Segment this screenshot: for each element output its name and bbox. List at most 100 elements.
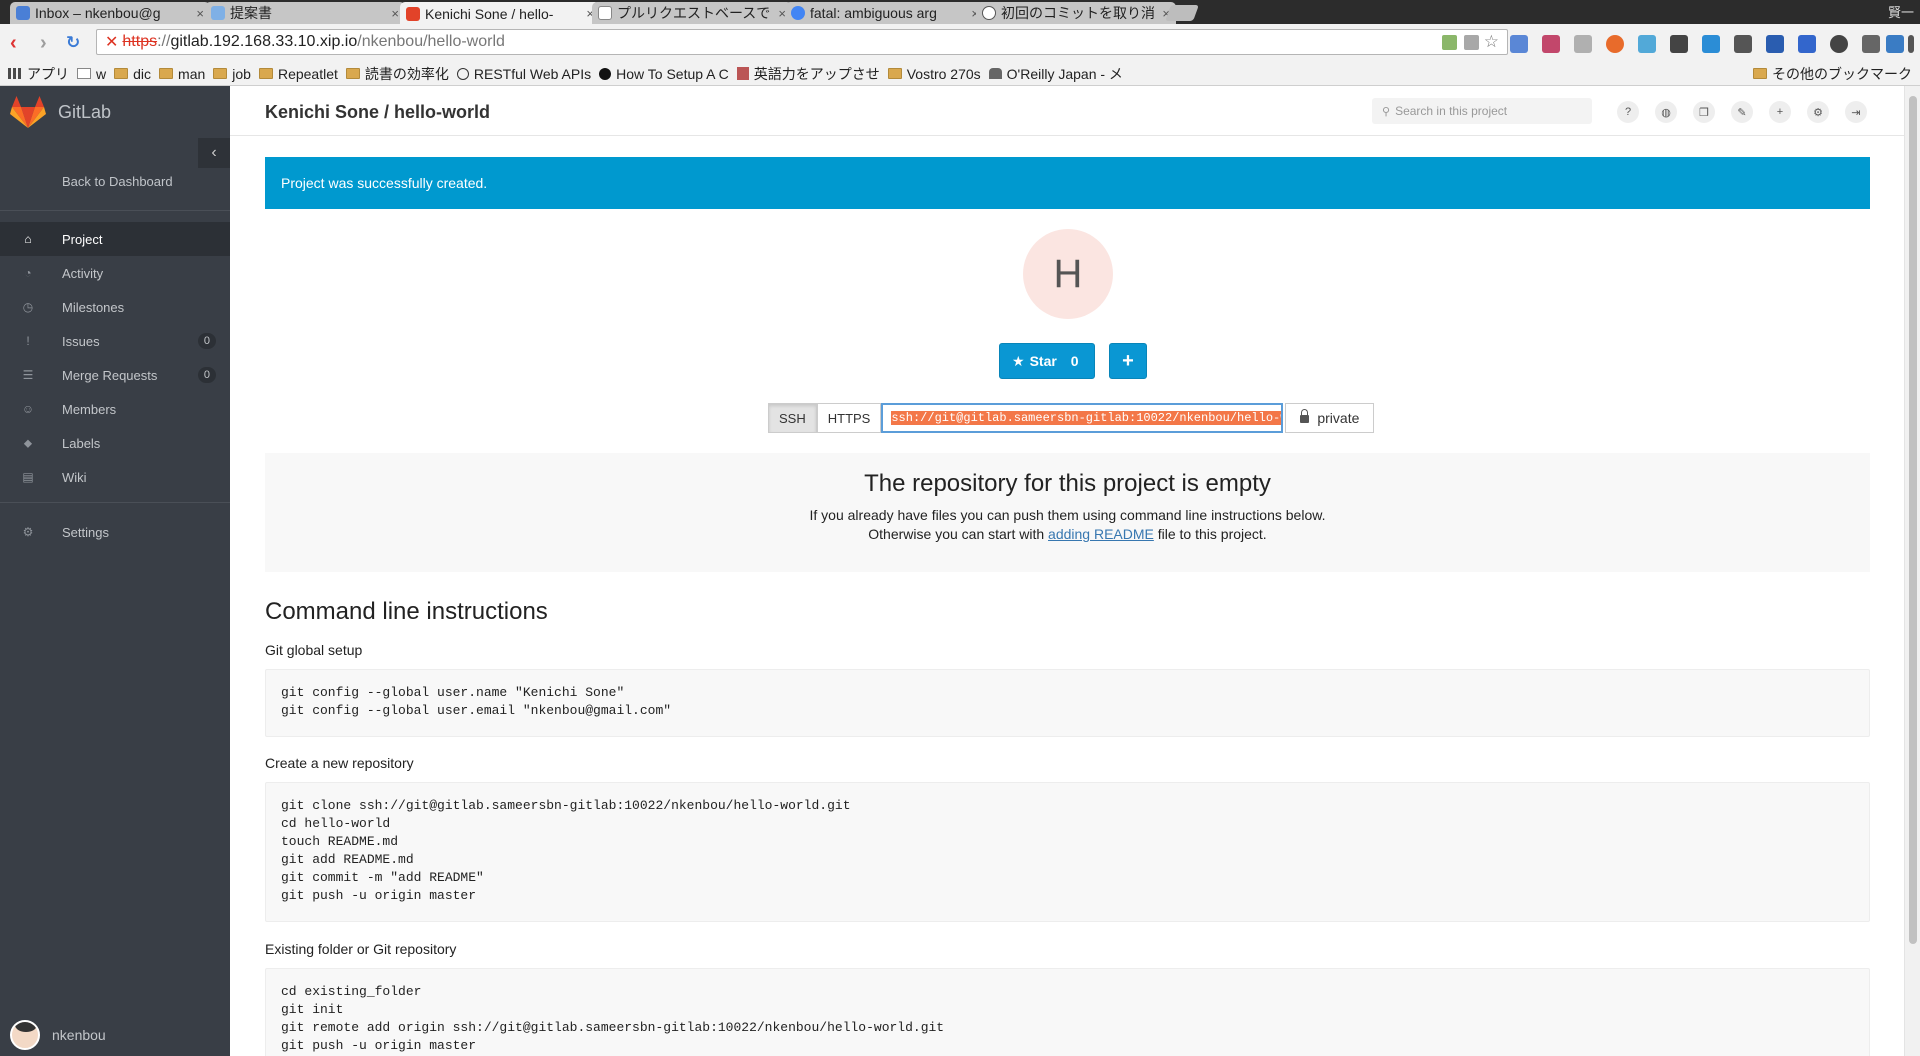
bookmark-job[interactable]: job <box>213 66 251 82</box>
extension-icon[interactable] <box>1670 35 1688 53</box>
bookmark-label: How To Setup A C <box>616 65 729 82</box>
tab-close-icon[interactable]: × <box>196 6 204 21</box>
extension-icon[interactable] <box>1798 35 1816 53</box>
sidebar-item-issues[interactable]: ! Issues 0 <box>0 324 230 358</box>
bookmark-reading[interactable]: 読書の効率化 <box>345 64 449 84</box>
extension-icon[interactable] <box>1574 35 1592 53</box>
sidebar-item-merge-requests[interactable]: ☰ Merge Requests 0 <box>0 358 230 392</box>
extension-icon[interactable] <box>1606 35 1624 53</box>
code-block-global-setup[interactable]: git config --global user.name "Kenichi S… <box>265 669 1870 737</box>
browser-tab-gitlab[interactable]: Kenichi Sone / hello- × <box>400 2 600 25</box>
bookmark-repeatlet[interactable]: Repeatlet <box>258 66 338 82</box>
page-title[interactable]: Kenichi Sone / hello-world <box>265 102 490 123</box>
sidebar-item-settings[interactable]: ⚙ Settings <box>0 515 230 549</box>
other-bookmarks[interactable]: その他のブックマーク <box>1753 64 1912 84</box>
bookmark-man[interactable]: man <box>159 66 205 82</box>
page-header: Kenichi Sone / hello-world ⚲ Search in th… <box>230 86 1904 136</box>
code-block-new-repo[interactable]: git clone ssh://git@gitlab.sameersbn-git… <box>265 782 1870 922</box>
bookmark-english[interactable]: 英語力をアップさせ <box>736 64 880 84</box>
star-button[interactable]: ★ Star 0 <box>999 343 1095 379</box>
browser-tab-commit[interactable]: 初回のコミットを取り消 × <box>976 2 1176 24</box>
bookmark-w[interactable]: w <box>77 66 106 82</box>
adding-readme-link[interactable]: adding README <box>1048 526 1154 542</box>
clone-url-text: ssh://git@gitlab.sameersbn-gitlab:10022/… <box>891 411 1282 425</box>
clone-https-button[interactable]: HTTPS <box>816 403 882 433</box>
logo-link[interactable]: GitLab <box>0 86 230 138</box>
extension-icon[interactable] <box>1830 35 1848 53</box>
logo-text: GitLab <box>58 101 112 122</box>
main-content: Kenichi Sone / hello-world ⚲ Search in th… <box>230 86 1904 1056</box>
folder-icon <box>159 68 174 79</box>
sidebar-item-activity[interactable]: ◔ Activity <box>0 256 230 290</box>
extension-icon[interactable] <box>1734 35 1752 53</box>
menu-icon[interactable] <box>1908 35 1914 53</box>
browser-tab-proposal[interactable]: 提案書 × <box>205 2 405 24</box>
back-to-dashboard-link[interactable]: Back to Dashboard <box>62 174 173 189</box>
exclamation-circle-icon: ! <box>26 334 30 348</box>
insecure-icon: ✕ <box>105 34 119 51</box>
bookmark-oreilly[interactable]: O'Reilly Japan - メ <box>988 64 1123 84</box>
extension-icon[interactable] <box>1702 35 1720 53</box>
bookmark-label: 英語力をアップさせ <box>753 65 880 82</box>
code-block-existing-folder[interactable]: cd existing_folder git init git remote a… <box>265 968 1870 1056</box>
cast-icon[interactable] <box>1862 35 1880 53</box>
scrollbar[interactable] <box>1904 86 1920 1056</box>
current-user[interactable]: nkenbou <box>10 1020 106 1050</box>
visibility-badge: private <box>1285 403 1375 433</box>
empty-repo-line1: If you already have files you can push t… <box>809 507 1326 523</box>
tab-close-icon[interactable]: × <box>391 6 399 21</box>
sidebar-item-project[interactable]: ⌂ Project <box>0 222 230 256</box>
bookmark-restful[interactable]: RESTful Web APIs <box>456 66 591 82</box>
bookmark-label: man <box>178 65 206 82</box>
cog-icon[interactable]: ⚙ <box>1807 101 1829 123</box>
extension-icon[interactable] <box>1886 35 1904 53</box>
sidebar-item-label: Milestones <box>62 299 125 315</box>
bookmark-vostro[interactable]: Vostro 270s <box>887 66 981 82</box>
empty-repo-line2-end: file to this project. <box>1153 526 1267 542</box>
avatar <box>10 1020 40 1050</box>
clone-url-input[interactable]: ssh://git@gitlab.sameersbn-gitlab:10022/… <box>881 403 1284 433</box>
bookmark-star-icon[interactable]: ☆ <box>1484 32 1499 52</box>
extension-icon[interactable] <box>1766 35 1784 53</box>
browser-tab-inbox[interactable]: Inbox – nkenbou@g × <box>10 2 210 24</box>
back-arrow-icon[interactable]: ‹ <box>10 32 17 55</box>
sidebar-item-members[interactable]: ☺ Members <box>0 392 230 426</box>
copy-icon[interactable]: ❐ <box>1693 101 1715 123</box>
add-button[interactable]: + <box>1109 343 1147 379</box>
clone-ssh-button[interactable]: SSH <box>768 403 817 433</box>
browser-tab-pullrequest[interactable]: プルリクエストベースで × <box>592 2 792 24</box>
bookmark-howto[interactable]: How To Setup A C <box>599 66 729 82</box>
translate-icon[interactable] <box>1464 35 1479 50</box>
question-circle-icon[interactable]: ? <box>1617 101 1639 123</box>
reload-icon[interactable]: ↻ <box>66 33 80 53</box>
window-profile-label[interactable]: 賢一 <box>1888 2 1914 21</box>
browser-tab-google[interactable]: fatal: ambiguous arg× <box>785 2 985 24</box>
folder-icon <box>1753 68 1767 79</box>
hexagon-icon <box>599 67 612 80</box>
sidebar-item-wiki[interactable]: ▤ Wiki <box>0 460 230 494</box>
bookmark-label: job <box>232 65 251 82</box>
new-tab-button[interactable] <box>1165 5 1199 21</box>
scrollbar-thumb[interactable] <box>1909 96 1917 944</box>
extension-icon[interactable] <box>1542 35 1560 53</box>
extension-icon[interactable] <box>1638 35 1656 53</box>
bookmark-label: dic <box>133 65 152 82</box>
address-bar[interactable]: ✕ https://gitlab.192.168.33.10.xip.io/nk… <box>96 29 1508 55</box>
star-count: 0 <box>1070 353 1079 369</box>
search-input[interactable]: ⚲ Search in this project <box>1372 98 1592 124</box>
sidebar-item-labels[interactable]: ⬥ Labels <box>0 426 230 460</box>
photo-icon <box>736 67 749 80</box>
plus-icon[interactable]: + <box>1769 101 1791 123</box>
extension-icon[interactable] <box>1510 35 1528 53</box>
merge-requests-count-badge: 0 <box>197 367 216 383</box>
sign-out-icon[interactable]: ⇥ <box>1845 101 1867 123</box>
sidebar-item-milestones[interactable]: ◷ Milestones <box>0 290 230 324</box>
bookmark-apps[interactable]: アプリ <box>8 64 69 84</box>
globe-icon[interactable]: ◍ <box>1655 101 1677 123</box>
page-action-icon[interactable] <box>1442 35 1457 50</box>
wrench-icon[interactable]: ✎ <box>1731 101 1753 123</box>
bookmark-dic[interactable]: dic <box>114 66 151 82</box>
sidebar-item-label: Members <box>62 401 117 417</box>
collapse-sidebar-button[interactable]: ‹ <box>198 138 230 168</box>
forward-arrow-icon[interactable]: › <box>40 32 47 55</box>
